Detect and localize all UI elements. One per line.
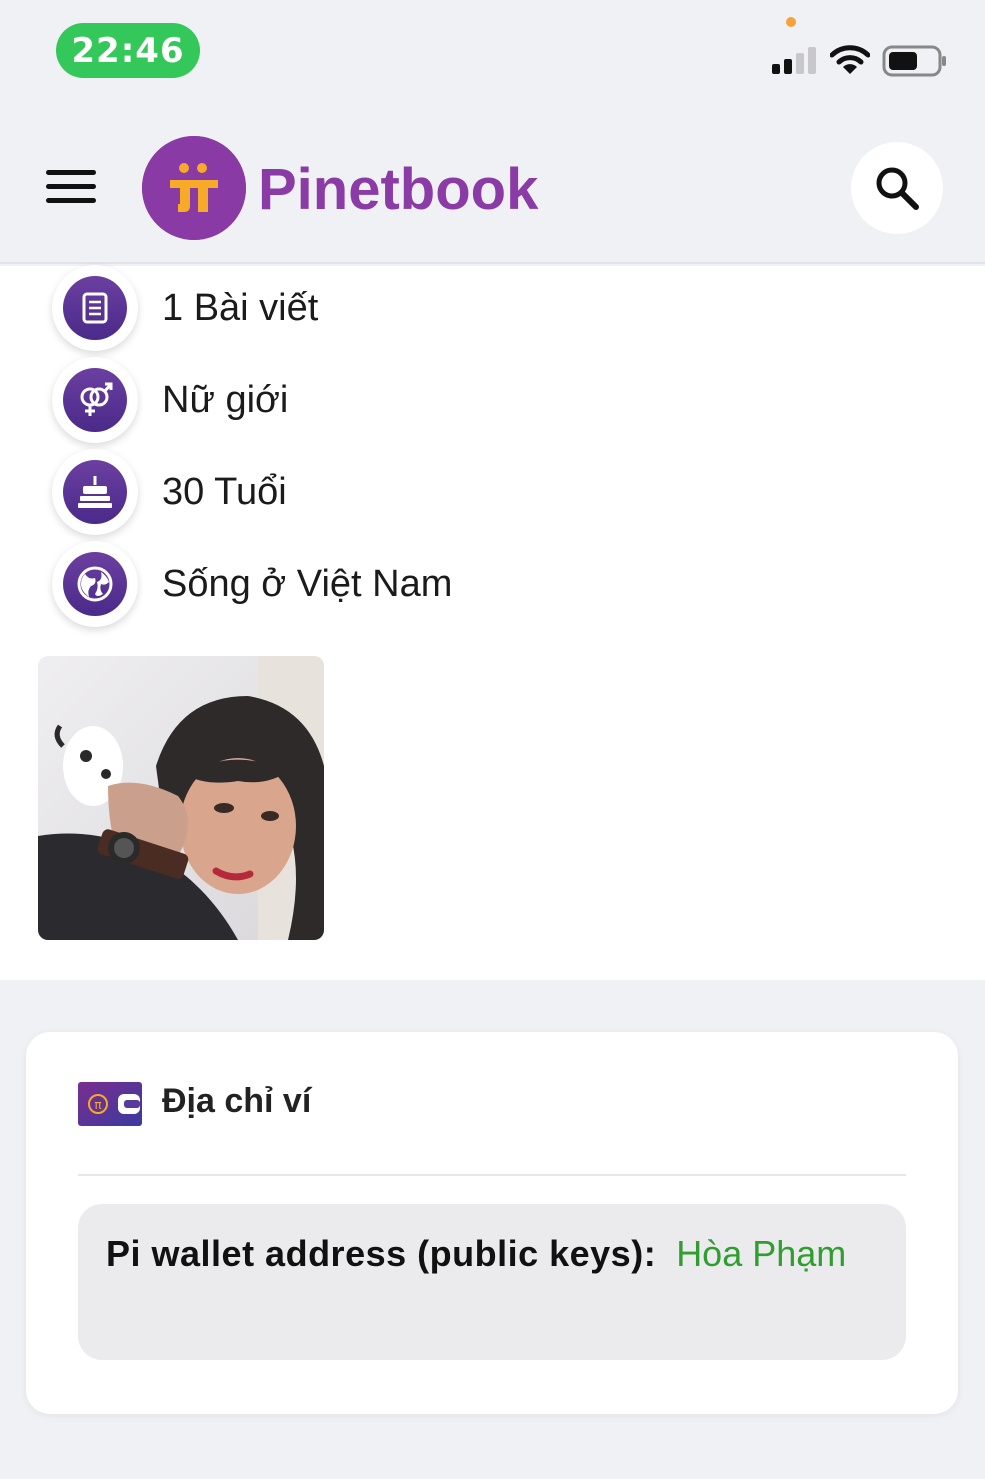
profile-photo-thumbnail[interactable] — [38, 656, 324, 940]
status-time[interactable]: 22:46 — [56, 23, 200, 78]
info-row-age: 30 Tuổi — [52, 449, 287, 535]
status-bar: 22:46 — [0, 0, 985, 100]
search-button[interactable] — [851, 142, 943, 234]
wallet-icon: π — [78, 1082, 142, 1126]
age-text: 30 Tuổi — [162, 470, 287, 513]
location-text: Sống ở Việt Nam — [162, 562, 453, 605]
wallet-address-label: Pi wallet address (public keys): — [106, 1233, 657, 1274]
document-icon — [52, 265, 138, 351]
brand-name[interactable]: Pinetbook — [258, 156, 538, 223]
globe-icon — [52, 541, 138, 627]
battery-icon — [882, 45, 946, 77]
svg-text:π: π — [94, 1098, 101, 1112]
gender-icon — [52, 357, 138, 443]
info-row-location: Sống ở Việt Nam — [52, 541, 453, 627]
wallet-card: π Địa chỉ ví Pi wallet address (public k… — [26, 1032, 958, 1414]
wallet-title: Địa chỉ ví — [162, 1082, 312, 1120]
pi-logo-icon[interactable] — [142, 136, 246, 240]
hamburger-menu-icon[interactable] — [46, 170, 96, 206]
app-header: Pinetbook — [0, 100, 985, 264]
search-icon — [876, 167, 919, 210]
wallet-address-box: Pi wallet address (public keys): Hòa Phạm — [78, 1204, 906, 1360]
info-row-posts: 1 Bài viết — [52, 265, 319, 351]
profile-info-section: 1 Bài viết Nữ giới 30 Tuổi Sống ở Việt N… — [0, 265, 985, 980]
app-screen: 22:46 Pinetbook 1 Bài viết Nữ giới 30 Tu… — [0, 0, 985, 1479]
cellular-signal-icon — [772, 47, 816, 74]
wallet-address-value[interactable]: Hòa Phạm — [676, 1233, 846, 1274]
info-row-gender: Nữ giới — [52, 357, 289, 443]
birthday-cake-icon — [52, 449, 138, 535]
gender-text: Nữ giới — [162, 378, 289, 421]
privacy-indicator-dot — [786, 17, 796, 27]
wifi-icon — [830, 45, 870, 74]
posts-count-text: 1 Bài viết — [162, 286, 319, 329]
wallet-divider — [78, 1174, 906, 1176]
